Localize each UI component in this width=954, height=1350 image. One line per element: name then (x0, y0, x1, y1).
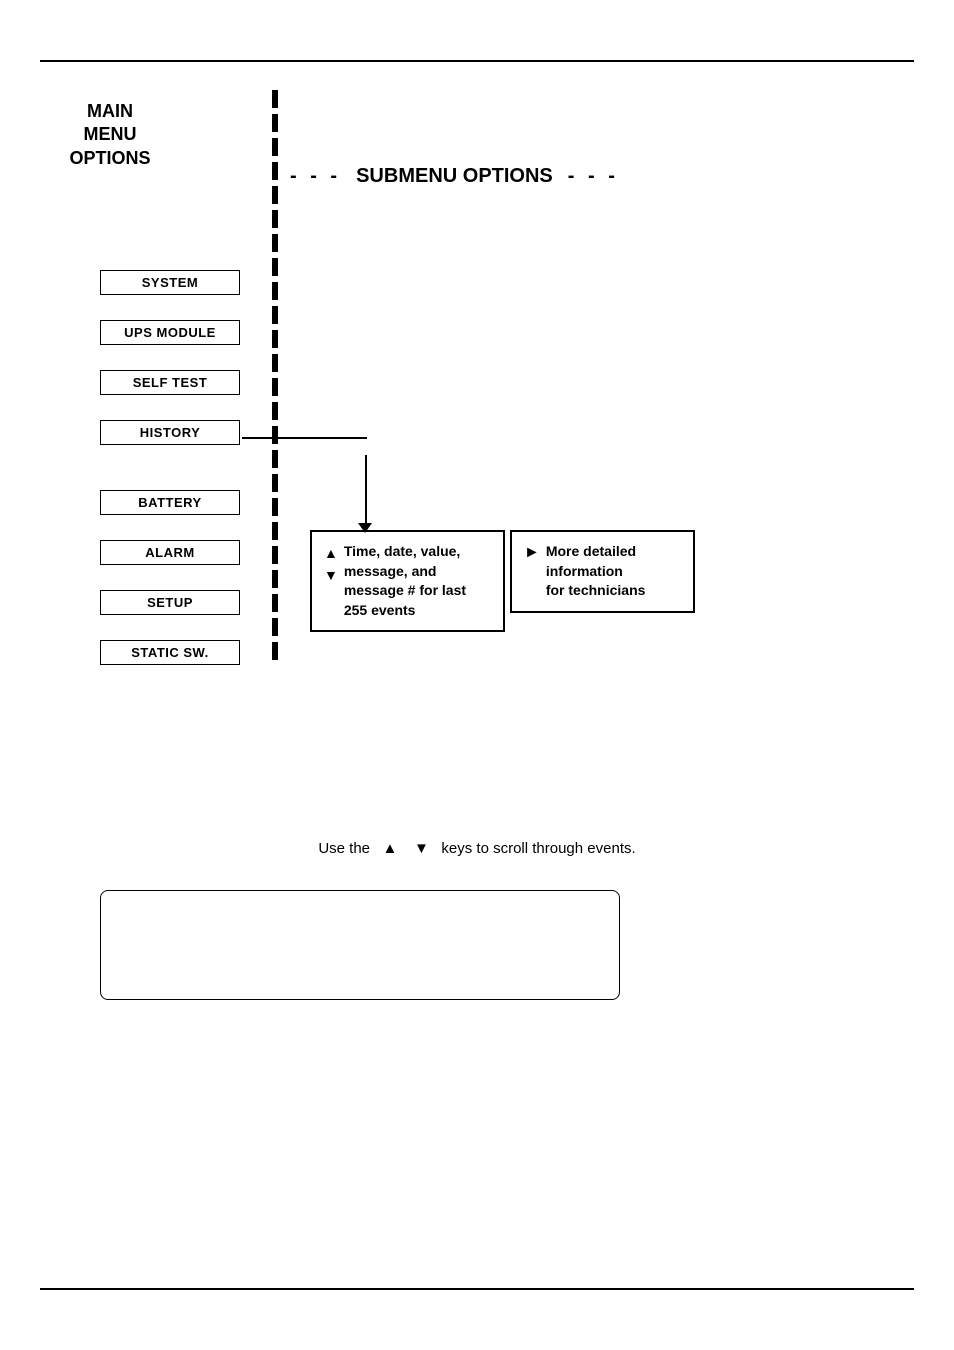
top-rule (40, 60, 914, 62)
scroll-instruction-text: Use the ▲ ▼ keys to scroll through event… (0, 840, 954, 857)
menu-item-self-test[interactable]: SELF TEST (100, 370, 240, 395)
menu-item-battery[interactable]: BATTERY (100, 490, 240, 515)
menu-item-system-label: SYSTEM (142, 275, 198, 290)
menu-item-static-sw-label: STATIC SW. (131, 645, 208, 660)
menu-item-system[interactable]: SYSTEM (100, 270, 240, 295)
menu-item-battery-label: BATTERY (138, 495, 201, 510)
submenu-box1-line2: message, and (344, 562, 466, 582)
submenu-dashes-right: - - - (568, 165, 619, 188)
main-menu-line2: MENU (84, 124, 137, 144)
menu-item-setup-label: SETUP (147, 595, 193, 610)
bottom-info-box (100, 890, 620, 1000)
history-connector-line (242, 437, 367, 439)
main-menu-line3: OPTIONS (69, 148, 150, 168)
down-arrow-icon: ▼ (324, 564, 338, 586)
submenu-box2-line2: information (546, 562, 646, 582)
menu-item-history[interactable]: HISTORY (100, 420, 240, 445)
bottom-rule (40, 1288, 914, 1290)
submenu-box1-line3: message # for last (344, 581, 466, 601)
submenu-dashes-left: - - - (290, 165, 341, 188)
submenu-box-history-detail: ▲ ▼ Time, date, value, message, and mess… (310, 530, 505, 632)
submenu-box1-line1: Time, date, value, (344, 542, 466, 562)
menu-item-alarm[interactable]: ALARM (100, 540, 240, 565)
menu-item-static-sw[interactable]: STATIC SW. (100, 640, 240, 665)
menu-item-self-test-label: SELF TEST (133, 375, 208, 390)
right-arrow-icon: ► (524, 542, 540, 564)
submenu-box-technician-detail: ► More detailed information for technici… (510, 530, 695, 613)
submenu-options-label: - - - SUBMENU OPTIONS - - - (290, 165, 619, 188)
main-menu-label: MAIN MENU OPTIONS (60, 100, 160, 170)
down-arrow-line (365, 455, 367, 525)
submenu-box1-line4: 255 events (344, 601, 466, 621)
menu-item-ups-module-label: UPS MODULE (124, 325, 216, 340)
submenu-title: SUBMENU OPTIONS (356, 165, 553, 188)
menu-item-setup[interactable]: SETUP (100, 590, 240, 615)
menu-item-ups-module[interactable]: UPS MODULE (100, 320, 240, 345)
main-menu-line1: MAIN (87, 101, 133, 121)
menu-item-history-label: HISTORY (140, 425, 201, 440)
menu-item-alarm-label: ALARM (145, 545, 194, 560)
up-arrow-icon: ▲ (324, 542, 338, 564)
submenu-box2-line1: More detailed (546, 542, 646, 562)
submenu-box2-line3: for technicians (546, 581, 646, 601)
